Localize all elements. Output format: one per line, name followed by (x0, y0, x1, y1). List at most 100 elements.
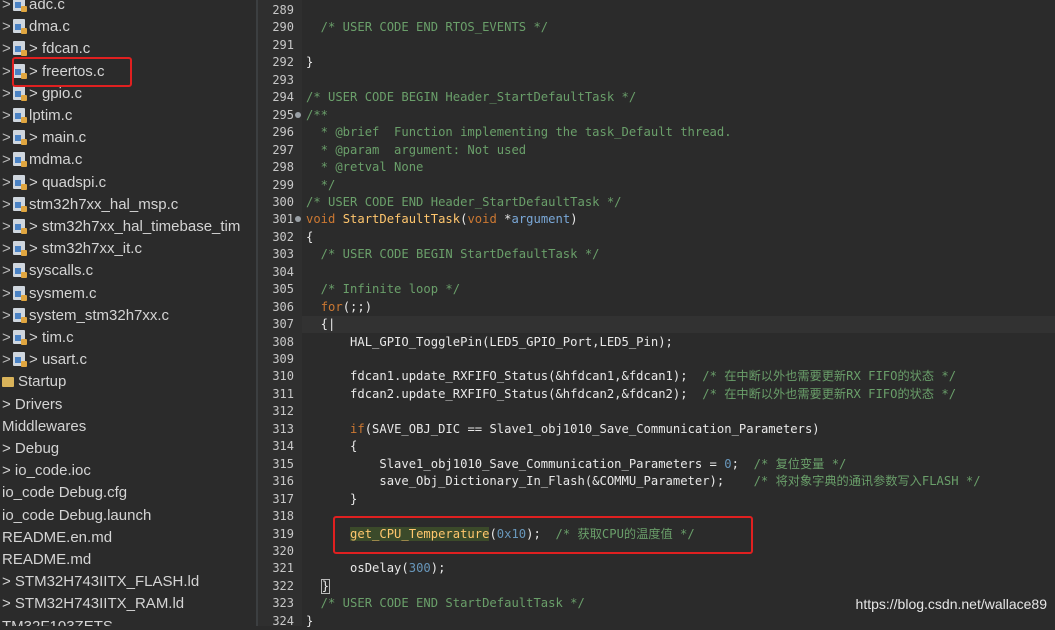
tree-item[interactable]: > > main.c (2, 127, 86, 149)
tree-item-label: stm32h7xx_hal_msp.c (29, 195, 179, 213)
tree-item-label: quadspi.c (41, 173, 107, 191)
line-number: 289 (272, 3, 294, 17)
tree-item[interactable]: Startup (2, 371, 66, 393)
tree-item[interactable]: > Debug (2, 438, 59, 460)
tree-item-label: usart.c (41, 351, 87, 369)
code-line[interactable]: for(;;) (306, 299, 372, 316)
expand-chevron-icon[interactable]: > (2, 38, 13, 60)
expand-chevron-icon[interactable]: > (2, 238, 13, 260)
code-token: for (320, 299, 343, 314)
tree-item[interactable]: Middlewares (2, 416, 86, 438)
code-line[interactable]: /* Infinite loop */ (306, 281, 460, 298)
expand-chevron-icon[interactable]: > (2, 127, 13, 149)
line-number: 309 (272, 352, 294, 366)
code-token: 0 (724, 456, 732, 471)
tree-item[interactable]: io_code Debug.launch (2, 505, 151, 527)
code-line[interactable]: } (306, 491, 357, 508)
code-token: /* USER CODE END Header_StartDefaultTask… (306, 194, 622, 209)
expand-chevron-icon[interactable]: > (2, 105, 13, 127)
tree-item[interactable]: > io_code.ioc (2, 460, 91, 482)
code-token: { (306, 439, 358, 454)
tree-item[interactable]: > > tim.c (2, 327, 74, 349)
expand-chevron-icon[interactable]: > (2, 16, 13, 38)
fold-toggle-icon[interactable] (295, 111, 301, 118)
code-token: void (306, 212, 343, 227)
expand-chevron-icon[interactable]: > (2, 327, 13, 349)
tree-item[interactable]: > stm32h7xx_hal_msp.c (2, 194, 178, 216)
tree-item[interactable]: > > stm32h7xx_it.c (2, 238, 142, 260)
code-line[interactable]: { (306, 438, 357, 455)
line-number: 294 (272, 90, 294, 105)
expand-chevron-icon[interactable]: > (2, 194, 13, 216)
code-line[interactable]: /* USER CODE END Header_StartDefaultTask… (306, 194, 622, 211)
code-token: ; (731, 456, 754, 471)
code-line[interactable]: /** (306, 107, 328, 124)
tree-item[interactable]: io_code Debug.cfg (2, 482, 127, 504)
tree-item[interactable]: > STM32H743IITX_FLASH.ld (2, 571, 199, 593)
code-line[interactable]: /* USER CODE BEGIN StartDefaultTask */ (306, 246, 600, 263)
expand-chevron-icon[interactable]: > (2, 0, 13, 16)
tree-item[interactable]: > lptim.c (2, 105, 72, 127)
expand-chevron-icon[interactable]: > (2, 283, 13, 305)
tree-item-label: > Debug (2, 440, 60, 457)
tree-item[interactable]: > system_stm32h7xx.c (2, 305, 169, 327)
code-line[interactable]: if(SAVE_OBJ_DIC == Slave1_obj1010_Save_C… (306, 421, 820, 438)
code-line[interactable]: save_Obj_Dictionary_In_Flash(&COMMU_Para… (306, 473, 980, 490)
code-line[interactable]: /* USER CODE END RTOS_EVENTS */ (306, 19, 548, 36)
tree-item[interactable]: > > usart.c (2, 349, 87, 371)
c-file-icon (13, 174, 27, 190)
code-line[interactable]: HAL_GPIO_TogglePin(LED5_GPIO_Port,LED5_P… (306, 334, 673, 351)
line-number: 317 (272, 491, 294, 506)
tree-item[interactable]: > STM32H743IITX_RAM.ld (2, 593, 184, 615)
highlight-box-freertos (12, 57, 132, 87)
code-line[interactable]: { (306, 229, 313, 246)
tree-item-label: > Drivers (2, 395, 63, 413)
expand-chevron-icon[interactable]: > (2, 149, 13, 171)
code-line[interactable]: /* USER CODE END StartDefaultTask */ (306, 595, 585, 612)
code-line[interactable]: void StartDefaultTask(void *argument) (306, 211, 578, 228)
expand-chevron-icon[interactable]: > (2, 305, 13, 327)
tree-item[interactable]: > Drivers (2, 394, 62, 416)
expand-chevron-icon[interactable]: > (2, 260, 13, 282)
tree-item[interactable]: TM32F103ZETS (2, 616, 113, 626)
code-token: ); (430, 561, 446, 576)
tree-item[interactable]: > > stm32h7xx_hal_timebase_tim (2, 216, 240, 238)
code-line[interactable]: * @retval None (306, 159, 424, 176)
expand-chevron-icon[interactable]: > (2, 172, 13, 194)
code-line[interactable]: } (306, 578, 331, 595)
line-number: 290 (272, 20, 294, 35)
expand-chevron-icon[interactable]: > (2, 216, 13, 238)
tree-item-label: adc.c (29, 0, 65, 13)
code-line[interactable]: osDelay(300); (306, 560, 445, 577)
code-line[interactable]: Slave1_obj1010_Save_Communication_Parame… (306, 456, 846, 473)
tree-item[interactable]: README.en.md (2, 527, 112, 549)
line-number: 298 (272, 160, 294, 175)
tree-item[interactable]: > syscalls.c (2, 260, 93, 282)
tree-item[interactable]: > sysmem.c (2, 283, 97, 305)
code-line[interactable]: } (306, 54, 313, 71)
tree-item[interactable]: > adc.c (2, 0, 65, 16)
code-line[interactable]: * @param argument: Not used (306, 142, 526, 159)
expand-chevron-icon[interactable]: > (2, 83, 13, 105)
line-number: 292 (272, 55, 294, 70)
code-token: } (306, 55, 314, 70)
code-line[interactable]: fdcan2.update_RXFIFO_Status(&hfdcan2,&fd… (306, 386, 956, 403)
tree-item[interactable]: > dma.c (2, 16, 70, 38)
tree-item[interactable]: > > quadspi.c (2, 172, 106, 194)
code-line[interactable]: /* USER CODE BEGIN Header_StartDefaultTa… (306, 89, 636, 106)
line-number: 321 (272, 561, 294, 576)
tree-item-label: io_code Debug.launch (2, 506, 152, 524)
tree-item[interactable]: README.md (2, 549, 91, 571)
line-number: 307 (272, 317, 294, 332)
code-line[interactable]: fdcan1.update_RXFIFO_Status(&hfdcan1,&fd… (306, 368, 956, 385)
tree-item[interactable]: > mdma.c (2, 149, 82, 171)
code-token: (SAVE_OBJ_DIC == Slave1_obj1010_Save_Com… (364, 421, 820, 436)
line-number: 322 (272, 578, 294, 593)
line-number: 306 (272, 299, 294, 314)
expand-chevron-icon[interactable]: > (2, 349, 13, 371)
tree-item-label: lptim.c (29, 107, 73, 124)
code-line[interactable]: } (306, 613, 313, 630)
code-line[interactable]: * @brief Function implementing the task_… (306, 124, 732, 141)
code-line[interactable]: */ (306, 177, 336, 194)
code-line[interactable]: {| (306, 316, 336, 333)
